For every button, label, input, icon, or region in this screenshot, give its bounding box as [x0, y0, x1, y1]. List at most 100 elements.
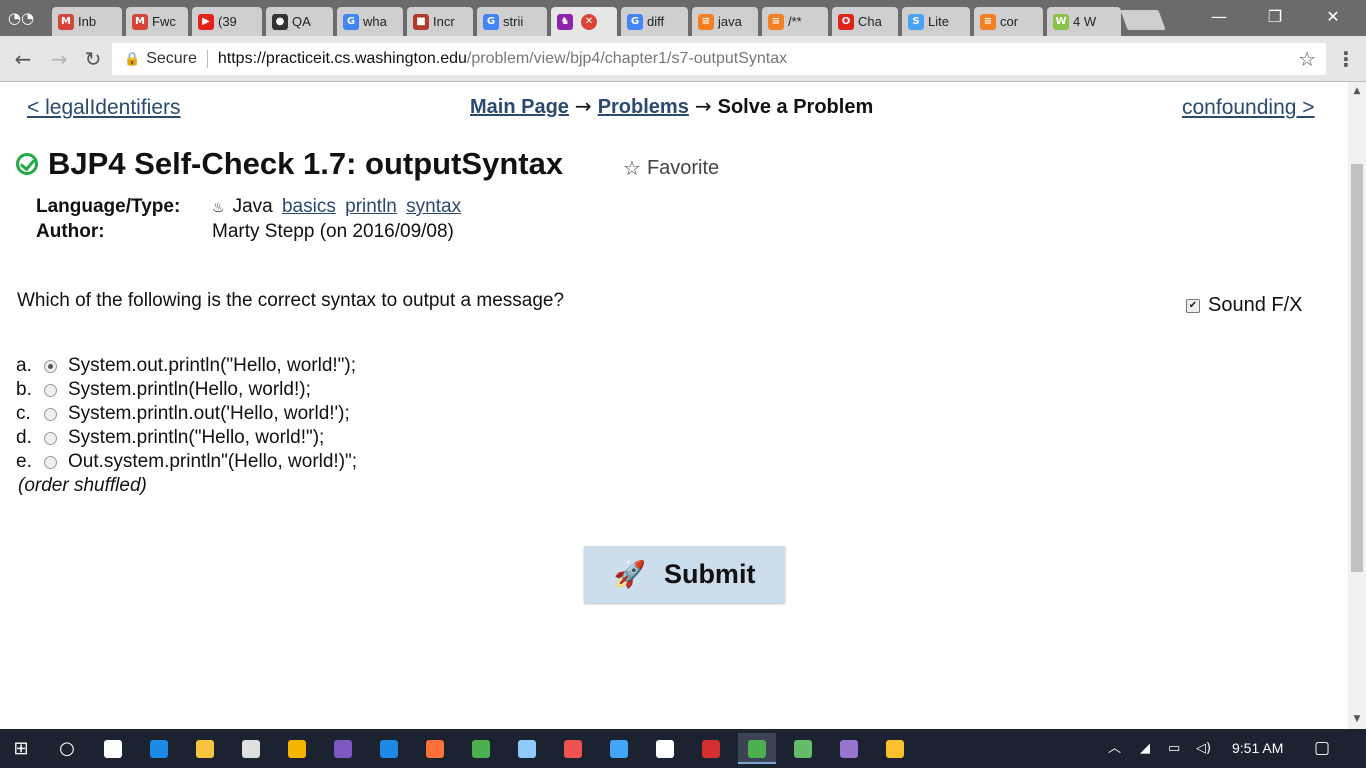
eclipse-icon[interactable]: [324, 733, 362, 764]
firefox-icon[interactable]: [416, 733, 454, 764]
tab-label: QA: [292, 14, 311, 29]
chrome-icon-glyph: [472, 740, 490, 758]
breadcrumb-problems[interactable]: Problems: [598, 96, 689, 119]
github-icon: ●: [272, 13, 288, 30]
steemit-icon: S: [908, 13, 924, 30]
browser-tab[interactable]: ♞ ✕: [551, 7, 617, 36]
browser-toolbar: ← → ↻ 🔒 Secure https://practiceit.cs.was…: [0, 36, 1366, 82]
gmail-icon: M: [132, 13, 148, 30]
favorite-label: Favorite: [646, 156, 720, 179]
browser-tab[interactable]: Gstrii: [477, 7, 547, 36]
browser-tab[interactable]: Gdiff: [621, 7, 688, 36]
chrome-icon[interactable]: [462, 733, 500, 764]
browser-tab[interactable]: Gwha: [337, 7, 403, 36]
submit-button[interactable]: 🚀 Submit: [584, 546, 785, 603]
paint-icon[interactable]: [554, 733, 592, 764]
store-icon-glyph: [242, 740, 260, 758]
wifi-icon[interactable]: ◢: [1140, 729, 1150, 768]
stackoverflow-icon: ≡: [980, 13, 996, 30]
acrobat-icon-glyph: [702, 740, 720, 758]
close-window-button[interactable]: ✕: [1304, 0, 1362, 34]
photos-icon[interactable]: [508, 733, 546, 764]
browser-tab[interactable]: O Cha: [832, 7, 898, 36]
choice-d[interactable]: d. System.println("Hello, world!");: [16, 426, 357, 450]
choice-c[interactable]: c. System.println.out('Hello, world!');: [16, 402, 357, 426]
address-separator: [206, 50, 208, 68]
breadcrumb: Main Page → Problems → Solve a Problem: [470, 94, 873, 119]
choice-e[interactable]: e. Out.system.println"(Hello, world!)";: [16, 450, 357, 474]
cortana-search-icon[interactable]: ○: [48, 733, 86, 764]
minimize-button[interactable]: —: [1190, 0, 1248, 34]
breadcrumb-arrow: →: [694, 94, 712, 118]
action-center-icon[interactable]: ▢: [1314, 729, 1330, 768]
restore-button[interactable]: ❐: [1246, 0, 1304, 34]
breadcrumb-main-page[interactable]: Main Page: [470, 96, 569, 119]
tab-close-icon[interactable]: ✕: [581, 13, 597, 30]
paint3d-icon[interactable]: [876, 733, 914, 764]
address-bar[interactable]: 🔒 Secure https://practiceit.cs.washingto…: [112, 43, 1326, 75]
stackoverflow-icon: ≡: [698, 13, 714, 30]
browser-tab[interactable]: M Fwc: [126, 7, 188, 36]
tray-chevron-icon[interactable]: ︿: [1108, 729, 1121, 768]
task-view-icon[interactable]: [94, 733, 132, 764]
choice-radio[interactable]: [44, 407, 57, 421]
battery-icon[interactable]: ▭: [1168, 729, 1180, 768]
eclipse2-icon[interactable]: [830, 733, 868, 764]
browser-tab[interactable]: ≡ cor: [974, 7, 1043, 36]
git-icon[interactable]: [784, 733, 822, 764]
tab-label: 4 W: [1073, 14, 1097, 29]
java-cup-icon: ♨: [212, 200, 225, 216]
ie-icon[interactable]: [370, 733, 408, 764]
sound-fx-toggle[interactable]: ✔ Sound F/X: [1186, 294, 1303, 317]
choice-b[interactable]: b. System.println(Hello, world!);: [16, 378, 357, 402]
choice-radio[interactable]: [44, 383, 57, 397]
network-app-icon[interactable]: [600, 733, 638, 764]
tag-link-syntax[interactable]: syntax: [406, 196, 461, 217]
browser-tab[interactable]: ≡ java: [692, 7, 758, 36]
choice-letter: a.: [16, 355, 32, 376]
browser-tab[interactable]: S Lite: [902, 7, 970, 36]
new-tab-button[interactable]: [1120, 10, 1166, 30]
volume-icon[interactable]: ◁): [1196, 729, 1211, 768]
choice-radio[interactable]: [44, 359, 57, 373]
browser-tab[interactable]: ≡ /**: [762, 7, 828, 36]
scrollbar-thumb[interactable]: [1351, 164, 1363, 572]
choice-a[interactable]: a. System.out.println("Hello, world!");: [16, 354, 357, 378]
mail-icon[interactable]: [646, 733, 684, 764]
choice-text: System.println("Hello, world!");: [68, 427, 325, 448]
chrome-menu-icon[interactable]: ⋮: [1336, 44, 1356, 74]
prev-problem-link[interactable]: < legalIdentifiers: [27, 96, 181, 120]
scroll-up-icon[interactable]: ▲: [1348, 86, 1366, 96]
tag-link-basics[interactable]: basics: [282, 196, 336, 217]
favorite-button[interactable]: ☆ Favorite: [623, 156, 719, 180]
ie-icon-glyph: [380, 740, 398, 758]
forward-button[interactable]: →: [44, 44, 74, 74]
purple-figure-icon: ♞: [557, 13, 573, 30]
browser-tab[interactable]: ▶ (39: [192, 7, 262, 36]
reload-button[interactable]: ↻: [78, 44, 108, 74]
choice-radio[interactable]: [44, 431, 57, 445]
grid-app-icon[interactable]: [278, 733, 316, 764]
tab-label: /**: [788, 14, 802, 29]
choice-radio[interactable]: [44, 455, 57, 469]
edge-icon[interactable]: [140, 733, 178, 764]
browser-tab[interactable]: ● QA: [266, 7, 333, 36]
author-value: Marty Stepp (on 2016/09/08): [212, 221, 454, 242]
start-windows-icon[interactable]: ⊞: [2, 733, 40, 764]
bookmark-star-icon[interactable]: ☆: [1298, 47, 1316, 71]
page-scrollbar[interactable]: ▲ ▼: [1348, 82, 1366, 729]
browser-tab[interactable]: W 4 W: [1047, 7, 1121, 36]
tag-link-println[interactable]: println: [345, 196, 397, 217]
taskbar-clock[interactable]: 9:51 AM: [1232, 729, 1283, 768]
chrome-active-icon[interactable]: [738, 733, 776, 764]
next-problem-link[interactable]: confounding >: [1182, 96, 1315, 120]
browser-tab[interactable]: ■ Incr: [407, 7, 473, 36]
browser-tab[interactable]: M Inb: [52, 7, 122, 36]
scroll-down-icon[interactable]: ▼: [1348, 714, 1366, 724]
google-icon: G: [483, 13, 499, 30]
file-explorer-icon[interactable]: [186, 733, 224, 764]
acrobat-icon[interactable]: [692, 733, 730, 764]
back-button[interactable]: ←: [8, 44, 38, 74]
sound-checkbox[interactable]: ✔: [1186, 298, 1200, 313]
store-icon[interactable]: [232, 733, 270, 764]
